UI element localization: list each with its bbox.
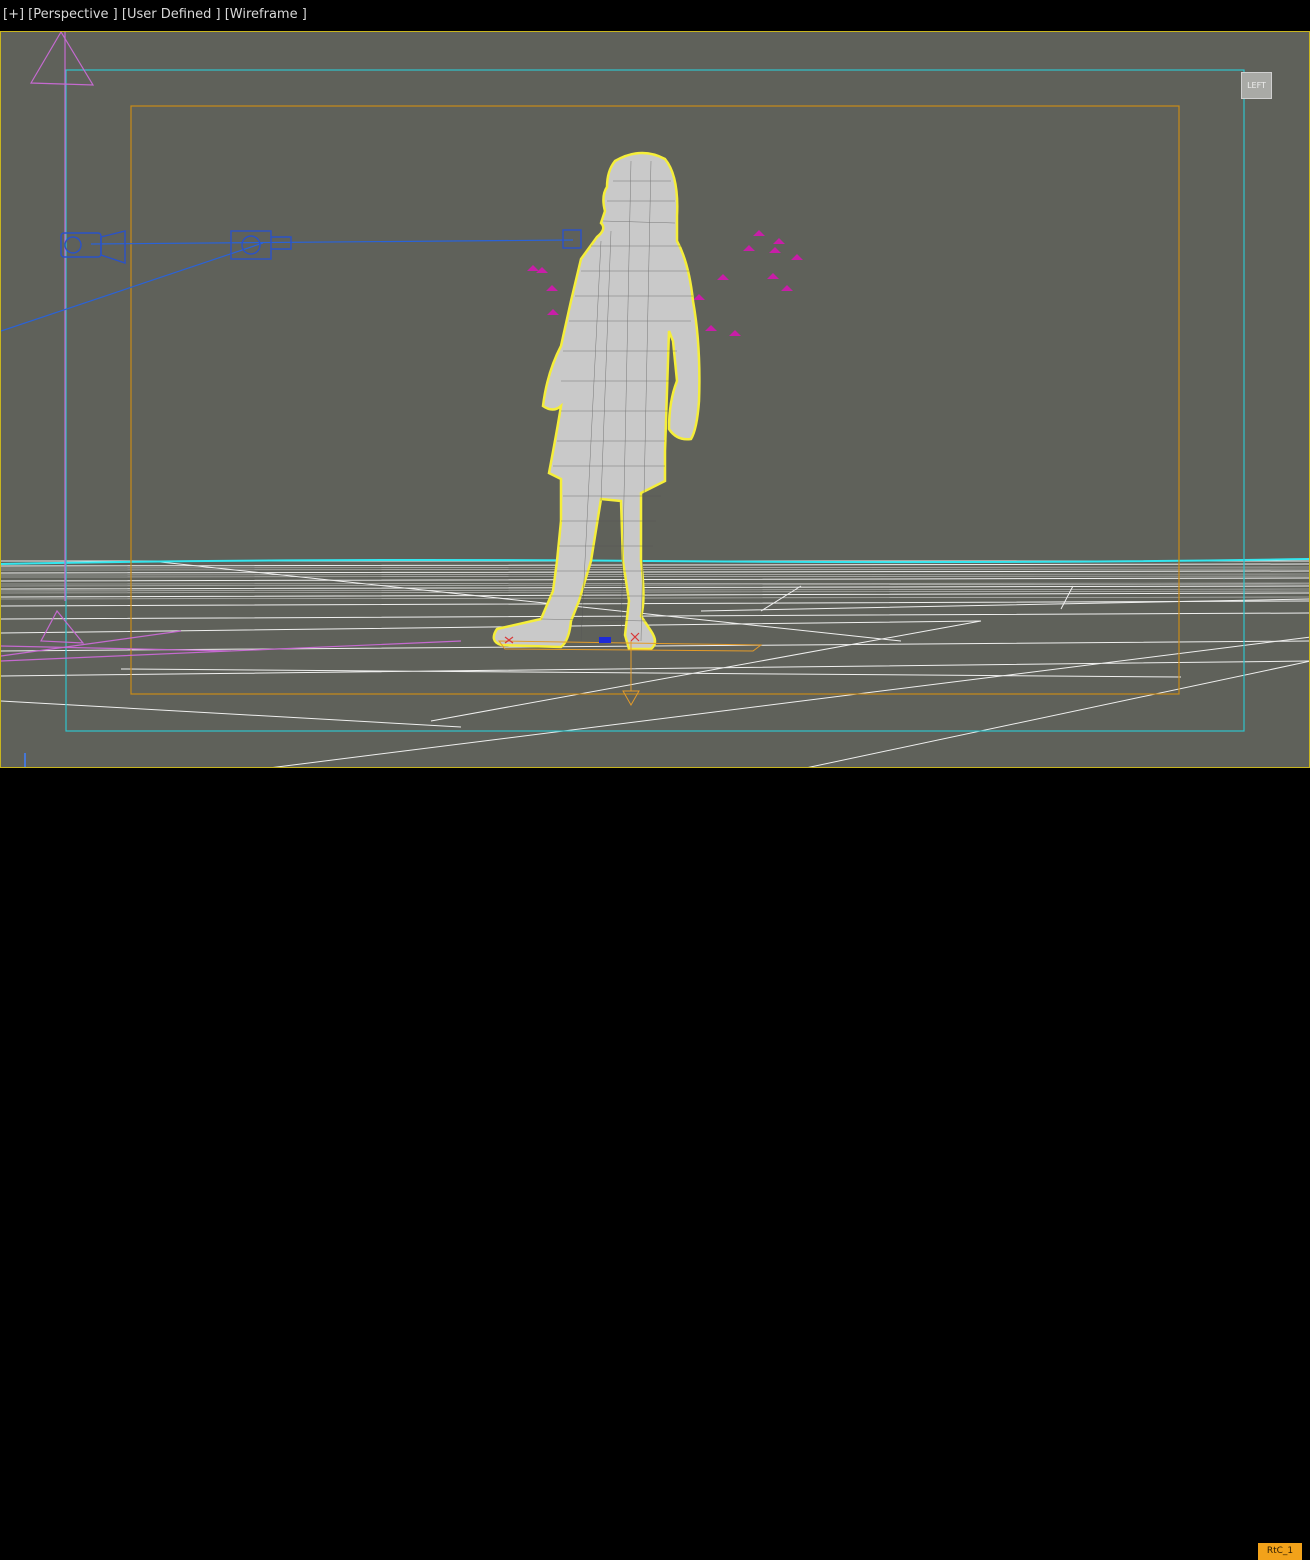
camera-icon[interactable] xyxy=(60,230,126,264)
character-root-node xyxy=(599,637,611,643)
axis-tripod-icon xyxy=(24,753,26,767)
camera-target-icon[interactable] xyxy=(230,229,582,260)
camera-line xyxy=(1,239,574,332)
viewport-label-menu[interactable]: [+] [Perspective ] [User Defined ] [Wire… xyxy=(3,7,307,22)
perspective-viewport[interactable]: LEFT Z xyxy=(0,31,1310,768)
scene-canvas[interactable] xyxy=(1,32,1310,768)
viewcube-icon[interactable]: LEFT xyxy=(1241,72,1272,99)
viewport-header: [+] [Perspective ] [User Defined ] [Wire… xyxy=(0,0,1310,31)
light-icon[interactable] xyxy=(1,32,462,662)
horizon-line xyxy=(1,558,1309,565)
status-bar: RtC_1 xyxy=(0,768,1310,1560)
status-badge[interactable]: RtC_1 xyxy=(1258,1543,1302,1560)
